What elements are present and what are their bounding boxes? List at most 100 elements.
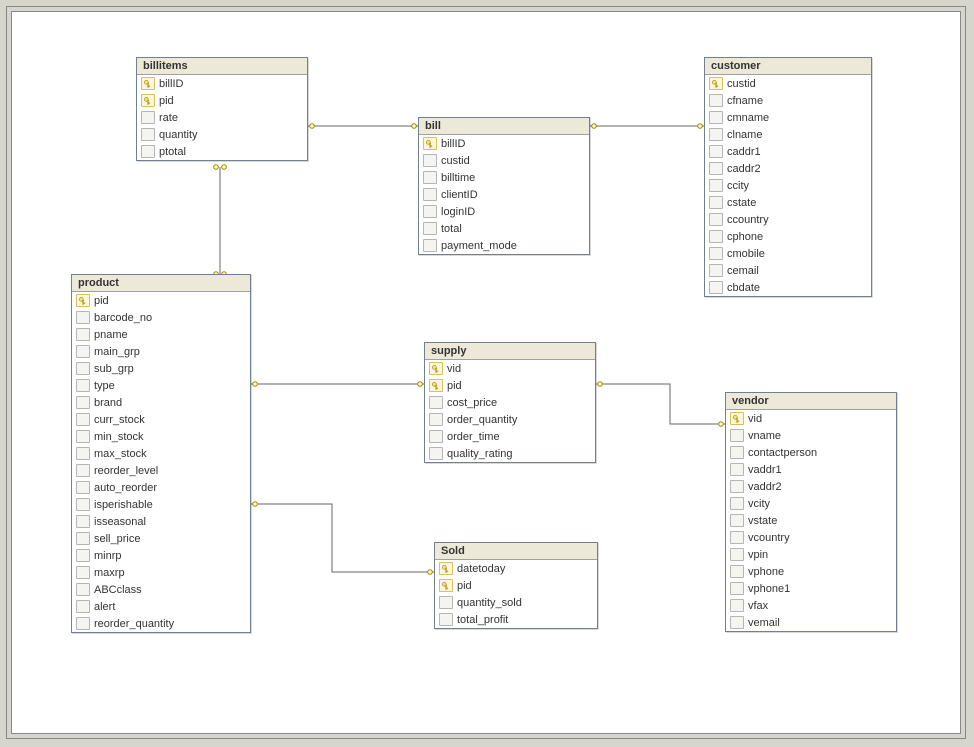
column-icon	[709, 213, 723, 226]
column-row[interactable]: vname	[726, 427, 896, 444]
column-row[interactable]: vstate	[726, 512, 896, 529]
column-row[interactable]: cfname	[705, 92, 871, 109]
column-name: vcountry	[748, 532, 892, 544]
column-row[interactable]: cost_price	[425, 394, 595, 411]
column-row[interactable]: reorder_quantity	[72, 615, 250, 632]
column-row[interactable]: datetoday	[435, 560, 597, 577]
column-row[interactable]: pname	[72, 326, 250, 343]
column-row[interactable]: loginID	[419, 203, 589, 220]
column-row[interactable]: quantity_sold	[435, 594, 597, 611]
column-row[interactable]: minrp	[72, 547, 250, 564]
column-row[interactable]: vemail	[726, 614, 896, 631]
column-row[interactable]: min_stock	[72, 428, 250, 445]
column-row[interactable]: cmobile	[705, 245, 871, 262]
column-row[interactable]: quantity	[137, 126, 307, 143]
column-row[interactable]: billID	[419, 135, 589, 152]
column-icon	[76, 532, 90, 545]
column-row[interactable]: ccity	[705, 177, 871, 194]
diagram-canvas[interactable]: billitemsbillIDpidratequantityptotalbill…	[11, 11, 961, 734]
table-header[interactable]: product	[72, 275, 250, 292]
table-bill[interactable]: billbillIDcustidbilltimeclientIDloginIDt…	[418, 117, 590, 255]
table-header[interactable]: customer	[705, 58, 871, 75]
column-row[interactable]: ABCclass	[72, 581, 250, 598]
table-vendor[interactable]: vendorvidvnamecontactperson vaddr1 vaddr2 v…	[725, 392, 897, 632]
table-header[interactable]: supply	[425, 343, 595, 360]
column-row[interactable]: isseasonal	[72, 513, 250, 530]
column-row[interactable]: cstate	[705, 194, 871, 211]
column-row[interactable]: sell_price	[72, 530, 250, 547]
column-row[interactable]: auto_reorder	[72, 479, 250, 496]
column-row[interactable]: vid	[425, 360, 595, 377]
column-row[interactable]: clname	[705, 126, 871, 143]
column-row[interactable]: contactperson	[726, 444, 896, 461]
column-row[interactable]: vaddr1	[726, 461, 896, 478]
table-billitems[interactable]: billitemsbillIDpidratequantityptotal	[136, 57, 308, 161]
column-row[interactable]: caddr1	[705, 143, 871, 160]
column-row[interactable]: caddr2	[705, 160, 871, 177]
column-row[interactable]: ptotal	[137, 143, 307, 160]
column-row[interactable]: vphone1	[726, 580, 896, 597]
column-row[interactable]: barcode_no	[72, 309, 250, 326]
column-name: total_profit	[457, 614, 593, 626]
column-row[interactable]: billtime	[419, 169, 589, 186]
column-icon	[730, 548, 744, 561]
column-name: quality_rating	[447, 448, 591, 460]
column-name: vfax	[748, 600, 892, 612]
table-header[interactable]: vendor	[726, 393, 896, 410]
column-row[interactable]: clientID	[419, 186, 589, 203]
table-header[interactable]: Sold	[435, 543, 597, 560]
relationship-line[interactable]	[596, 384, 725, 424]
column-icon	[730, 599, 744, 612]
column-name: vaddr1	[748, 464, 892, 476]
column-row[interactable]: quality_rating	[425, 445, 595, 462]
column-row[interactable]: cmname	[705, 109, 871, 126]
column-name: vcity	[748, 498, 892, 510]
column-row[interactable]: custid	[419, 152, 589, 169]
table-customer[interactable]: customercustidcfnamecmnameclnamecaddr1ca…	[704, 57, 872, 297]
column-row[interactable]: vid	[726, 410, 896, 427]
column-row[interactable]: cemail	[705, 262, 871, 279]
table-product[interactable]: productpidbarcode_nopnamemain_grpsub_grp…	[71, 274, 251, 633]
column-row[interactable]: isperishable	[72, 496, 250, 513]
column-row[interactable]: main_grp	[72, 343, 250, 360]
column-row[interactable]: rate	[137, 109, 307, 126]
column-row[interactable]: pid	[137, 92, 307, 109]
column-row[interactable]: vfax	[726, 597, 896, 614]
column-row[interactable]: vcity	[726, 495, 896, 512]
column-row[interactable]: brand	[72, 394, 250, 411]
table-sold[interactable]: Solddatetodaypidquantity_sold total_profi…	[434, 542, 598, 629]
column-row[interactable]: payment_mode	[419, 237, 589, 254]
column-row[interactable]: maxrp	[72, 564, 250, 581]
column-row[interactable]: vcountry	[726, 529, 896, 546]
column-row[interactable]: reorder_level	[72, 462, 250, 479]
column-row[interactable]: vpin	[726, 546, 896, 563]
table-header[interactable]: bill	[419, 118, 589, 135]
column-row[interactable]: order_quantity	[425, 411, 595, 428]
table-header[interactable]: billitems	[137, 58, 307, 75]
column-row[interactable]: billID	[137, 75, 307, 92]
relationship-line[interactable]	[251, 504, 434, 572]
column-row[interactable]: pid	[425, 377, 595, 394]
column-name: ABCclass	[94, 584, 246, 596]
column-row[interactable]: cbdate	[705, 279, 871, 296]
column-row[interactable]: curr_stock	[72, 411, 250, 428]
column-row[interactable]: cphone	[705, 228, 871, 245]
table-supply[interactable]: supplyvidpidcost_priceorder_quantityorde…	[424, 342, 596, 463]
column-row[interactable]: alert	[72, 598, 250, 615]
column-row[interactable]: vaddr2	[726, 478, 896, 495]
column-row[interactable]: total_profit	[435, 611, 597, 628]
column-icon	[709, 111, 723, 124]
column-row[interactable]: max_stock	[72, 445, 250, 462]
column-name: type	[94, 380, 246, 392]
column-row[interactable]: custid	[705, 75, 871, 92]
column-row[interactable]: pid	[435, 577, 597, 594]
column-row[interactable]: sub_grp	[72, 360, 250, 377]
column-icon	[141, 145, 155, 158]
column-icon	[76, 430, 90, 443]
column-row[interactable]: total	[419, 220, 589, 237]
column-row[interactable]: vphone	[726, 563, 896, 580]
column-row[interactable]: ccountry	[705, 211, 871, 228]
column-row[interactable]: pid	[72, 292, 250, 309]
column-row[interactable]: type	[72, 377, 250, 394]
column-row[interactable]: order_time	[425, 428, 595, 445]
